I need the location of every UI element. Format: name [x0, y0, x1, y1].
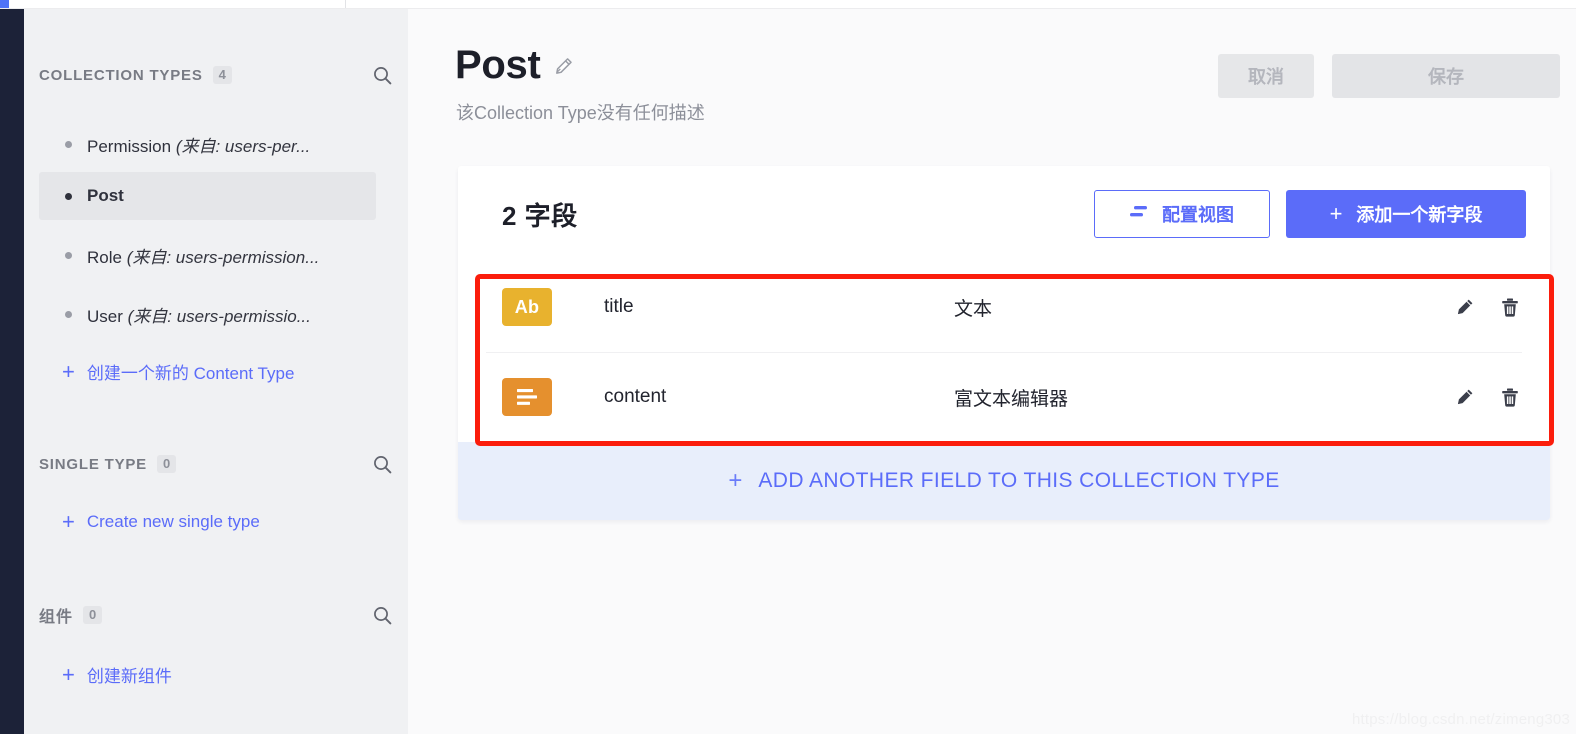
section-count-badge: 0: [83, 606, 103, 624]
section-header-components: 组件 0: [39, 603, 393, 627]
section-title: SINGLE TYPE: [39, 455, 147, 473]
fields-card-actions: 配置视图 + 添加一个新字段: [1094, 190, 1526, 238]
sidebar-item-label: Permission (来自: users-per...: [87, 136, 311, 156]
trash-icon[interactable]: [1498, 385, 1522, 409]
field-type: 富文本编辑器: [954, 388, 1069, 410]
configure-view-label: 配置视图: [1162, 205, 1234, 225]
add-field-label: 添加一个新字段: [1356, 205, 1483, 225]
layout-lines-icon: [1130, 204, 1150, 225]
section-title: 组件: [39, 609, 74, 626]
trash-icon[interactable]: [1498, 295, 1522, 319]
fields-card: 2 字段 配置视图 + 添加一个新字段 Ab title 文本 content …: [458, 166, 1550, 520]
header-actions: 取消 保存: [1218, 54, 1560, 98]
text-field-icon: Ab: [502, 288, 552, 326]
field-name: title: [604, 296, 634, 317]
search-icon[interactable]: [371, 604, 393, 626]
left-nav-rail[interactable]: [0, 9, 24, 734]
pencil-icon[interactable]: [1452, 385, 1476, 409]
create-single-type-link[interactable]: + Create new single type: [62, 511, 260, 533]
section-header-single-type: SINGLE TYPE 0: [39, 452, 393, 476]
create-single-type-label: Create new single type: [86, 512, 260, 531]
field-row-actions: [1452, 295, 1522, 319]
sidebar-item-label: Post: [87, 186, 124, 205]
sidebar-item-label: User (来自: users-permissio...: [87, 306, 311, 326]
create-content-type-link[interactable]: + 创建一个新的 Content Type: [62, 359, 294, 384]
plus-icon: +: [728, 467, 743, 494]
table-row[interactable]: Ab title 文本: [458, 262, 1550, 352]
page-subtitle: 该Collection Type没有任何描述: [456, 103, 705, 123]
bullet-icon: [65, 310, 72, 318]
search-icon[interactable]: [371, 64, 393, 86]
add-another-field-label: ADD ANOTHER FIELD TO THIS COLLECTION TYP…: [758, 469, 1280, 492]
richtext-field-icon: [502, 378, 552, 416]
watermark: https://blog.csdn.net/zimeng303: [1351, 711, 1570, 728]
content-type-sidebar: COLLECTION TYPES 4 Permission (来自: users…: [24, 9, 408, 734]
app-root: COLLECTION TYPES 4 Permission (来自: users…: [0, 0, 1576, 734]
sidebar-item-post[interactable]: Post: [39, 172, 376, 220]
field-type: 文本: [954, 298, 993, 320]
field-row-actions: [1452, 385, 1522, 409]
create-component-link[interactable]: + 创建新组件: [62, 662, 172, 687]
chrome-divider: [345, 0, 346, 8]
add-another-field-bar[interactable]: + ADD ANOTHER FIELD TO THIS COLLECTION T…: [458, 442, 1550, 520]
chrome-accent-block: [0, 0, 9, 8]
field-name: content: [604, 386, 667, 407]
pencil-icon[interactable]: [552, 56, 574, 83]
bullet-icon: [65, 251, 72, 259]
bullet-icon: [65, 140, 72, 148]
plus-icon: +: [62, 358, 75, 384]
plus-icon: +: [62, 661, 75, 687]
sidebar-item-user[interactable]: User (来自: users-permissio...: [39, 290, 376, 338]
section-count-badge: 0: [157, 455, 177, 473]
browser-chrome-sliver: [0, 0, 1576, 9]
sidebar-item-permission[interactable]: Permission (来自: users-per...: [39, 120, 376, 168]
create-content-type-label: 创建一个新的 Content Type: [86, 364, 295, 383]
main-content: Post 该Collection Type没有任何描述 取消 保存 2 字段 配…: [408, 9, 1576, 734]
save-button[interactable]: 保存: [1332, 54, 1560, 98]
create-component-label: 创建新组件: [86, 667, 172, 686]
configure-view-button[interactable]: 配置视图: [1094, 190, 1270, 238]
fields-list: Ab title 文本 content 富文本编辑器: [458, 262, 1550, 442]
table-row[interactable]: content 富文本编辑器: [458, 352, 1550, 442]
plus-icon: +: [1329, 201, 1343, 226]
plus-icon: +: [62, 509, 75, 534]
section-title: COLLECTION TYPES: [39, 66, 203, 84]
add-field-button[interactable]: + 添加一个新字段: [1286, 190, 1526, 238]
fields-count-title: 2 字段: [502, 200, 578, 231]
fields-card-header: 2 字段 配置视图 + 添加一个新字段: [458, 166, 1550, 262]
search-icon[interactable]: [371, 453, 393, 475]
bullet-icon: [65, 192, 72, 200]
cancel-button[interactable]: 取消: [1218, 54, 1314, 98]
page-title-area: Post: [455, 42, 574, 88]
pencil-icon[interactable]: [1452, 295, 1476, 319]
section-count-badge: 4: [212, 66, 232, 84]
sidebar-item-role[interactable]: Role (来自: users-permission...: [39, 231, 376, 279]
page-title: Post: [455, 43, 541, 87]
section-header-collection-types: COLLECTION TYPES 4: [39, 63, 393, 87]
sidebar-item-label: Role (来自: users-permission...: [87, 247, 320, 267]
